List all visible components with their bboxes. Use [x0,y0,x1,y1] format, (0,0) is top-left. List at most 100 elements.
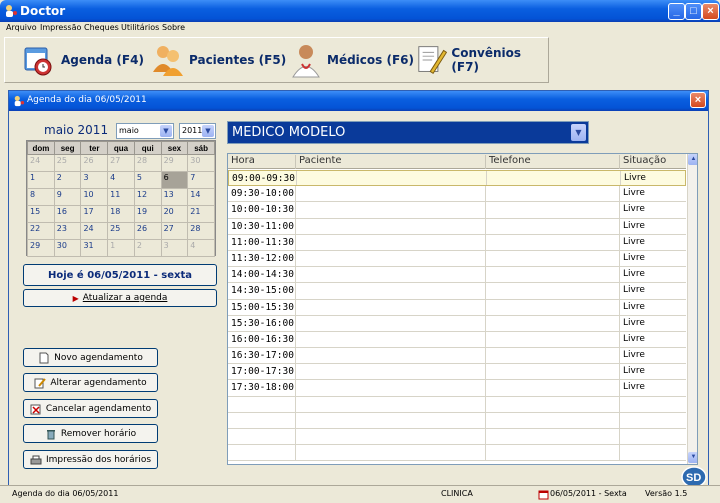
calendar-day[interactable]: 2 [53,171,82,189]
calendar-day[interactable]: 3 [160,239,189,257]
month-select-value: maio [119,126,139,135]
table-row[interactable]: 16:30-17:00 Livre [228,348,686,365]
table-row[interactable]: 14:00-14:30 Livre [228,267,686,284]
calendar-day[interactable]: 5 [133,171,162,189]
dialog-close-button[interactable]: × [690,92,706,108]
year-select[interactable]: 2011 ▼ [179,123,216,139]
cancel-appointment-button[interactable]: Cancelar agendamento [23,399,158,418]
calendar-day[interactable]: 31 [80,239,109,257]
calendar-day[interactable]: 28 [133,154,162,172]
medicos-toolbar-button[interactable]: Médicos (F6) [289,38,414,82]
calendar-day[interactable]: 27 [160,222,189,240]
calendar-day[interactable]: 26 [133,222,162,240]
calendar-day[interactable]: 24 [80,222,109,240]
refresh-agenda-button[interactable]: ▶ Atualizar a agenda [23,289,217,307]
calendar-day[interactable]: 2 [133,239,162,257]
calendar-day[interactable]: 13 [160,188,189,206]
table-row[interactable]: 11:00-11:30 Livre [228,234,686,251]
calendar-day[interactable]: 20 [160,205,189,223]
agenda-toolbar-button[interactable]: Agenda (F4) [21,38,144,82]
scroll-up-icon[interactable]: ▲ [688,154,697,165]
table-row[interactable]: 09:30-10:00 Livre [228,186,686,203]
row-hora: 09:30-10:00 [231,188,294,200]
calendar-day[interactable]: 29 [160,154,189,172]
menu-arquivo[interactable]: Arquivo [6,23,37,32]
calendar-day[interactable]: 24 [27,154,55,172]
calendar-day[interactable]: 3 [80,171,109,189]
scroll-down-icon[interactable]: ▼ [688,452,697,463]
remove-slot-button[interactable]: Remover horário [23,424,158,443]
table-row[interactable]: 10:30-11:00 Livre [228,218,686,235]
calendar-day[interactable]: 21 [187,205,215,223]
column-telefone[interactable]: Telefone [485,155,619,169]
calendar-day[interactable]: 23 [53,222,82,240]
calendar-day[interactable]: 1 [27,171,55,189]
table-row[interactable] [228,396,686,413]
table-row[interactable]: 17:30-18:00 Livre [228,380,686,397]
minimize-button[interactable]: _ [668,3,685,20]
edit-appointment-button[interactable]: Alterar agendamento [23,373,158,392]
calendar-day[interactable]: 17 [80,205,109,223]
calendar-day[interactable]: 6 [160,171,189,189]
table-row[interactable]: 11:30-12:00 Livre [228,250,686,268]
edit-pencil-icon [34,377,47,388]
calendar-day[interactable]: 26 [80,154,109,172]
column-situacao[interactable]: Situação [619,155,666,169]
table-row[interactable]: 10:00-10:30 Livre [228,202,686,219]
table-row[interactable]: 15:00-15:30 Livre [228,299,686,316]
row-hora: 11:30-12:00 [231,252,294,264]
table-row[interactable]: 17:00-17:30 Livre [228,364,686,381]
calendar-day[interactable]: 4 [107,171,135,189]
calendar-day[interactable]: 1 [107,239,135,257]
app-icon [14,95,25,107]
calendar-day[interactable]: 16 [53,205,82,223]
calendar-day[interactable]: 28 [187,222,215,240]
table-row[interactable]: 14:30-15:00 Livre [228,283,686,300]
column-hora[interactable]: Hora [228,155,255,169]
calendar-day[interactable]: 8 [27,188,55,206]
menu-sobre[interactable]: Sobre [162,23,185,32]
calendar-day[interactable]: 29 [27,239,55,257]
calendar-day[interactable]: 14 [187,188,215,206]
table-row[interactable]: 09:00-09:30 Livre [228,170,686,187]
calendar-day[interactable]: 18 [107,205,135,223]
pacientes-toolbar-button[interactable]: Pacientes (F5) [151,38,286,82]
month-label: maio 2011 [44,123,109,137]
calendar-day[interactable]: 19 [133,205,162,223]
calendar-day[interactable]: 12 [133,188,162,206]
document-pen-icon [418,46,448,75]
convenios-toolbar-button[interactable]: Convênios (F7) [415,38,548,82]
maximize-button[interactable]: □ [685,3,702,20]
calendar-day[interactable]: 30 [187,154,215,172]
calendar-day[interactable]: 11 [107,188,135,206]
calendar-day[interactable]: 25 [53,154,82,172]
weekday-header: sex [160,141,189,155]
menu-utilitarios[interactable]: Utilitários [121,23,159,32]
calendar-day[interactable]: 7 [187,171,215,189]
new-appointment-button[interactable]: Novo agendamento [23,348,158,367]
print-slots-button[interactable]: Impressão dos horários [23,450,158,469]
row-situacao: Livre [624,173,646,183]
calendar-day[interactable]: 15 [27,205,55,223]
table-row[interactable] [228,412,686,429]
menu-cheques[interactable]: Cheques [84,23,119,32]
calendar-day[interactable]: 22 [27,222,55,240]
close-button[interactable]: × [702,3,719,20]
menu-impressao[interactable]: Impressão [40,23,81,32]
calendar-day[interactable]: 4 [187,239,215,257]
month-select[interactable]: maio ▼ [116,123,174,139]
table-row[interactable]: 15:30-16:00 Livre [228,315,686,332]
table-row[interactable]: 16:00-16:30 Livre [228,331,686,349]
table-row[interactable] [228,429,686,446]
table-row[interactable] [228,445,686,462]
calendar-day[interactable]: 10 [80,188,109,206]
calendar-day[interactable]: 30 [53,239,82,257]
today-button[interactable]: Hoje é 06/05/2011 - sexta [23,264,217,286]
doctor-select[interactable]: MEDICO MODELO ▼ [227,121,589,144]
calendar-day[interactable]: 27 [107,154,135,172]
calendar-day[interactable]: 9 [53,188,82,206]
column-paciente[interactable]: Paciente [295,155,485,169]
schedule-grid[interactable]: Hora Paciente Telefone Situação 09:00-09… [227,153,698,465]
calendar-day[interactable]: 25 [107,222,135,240]
vertical-scrollbar[interactable]: ▲ ▼ [687,154,697,464]
